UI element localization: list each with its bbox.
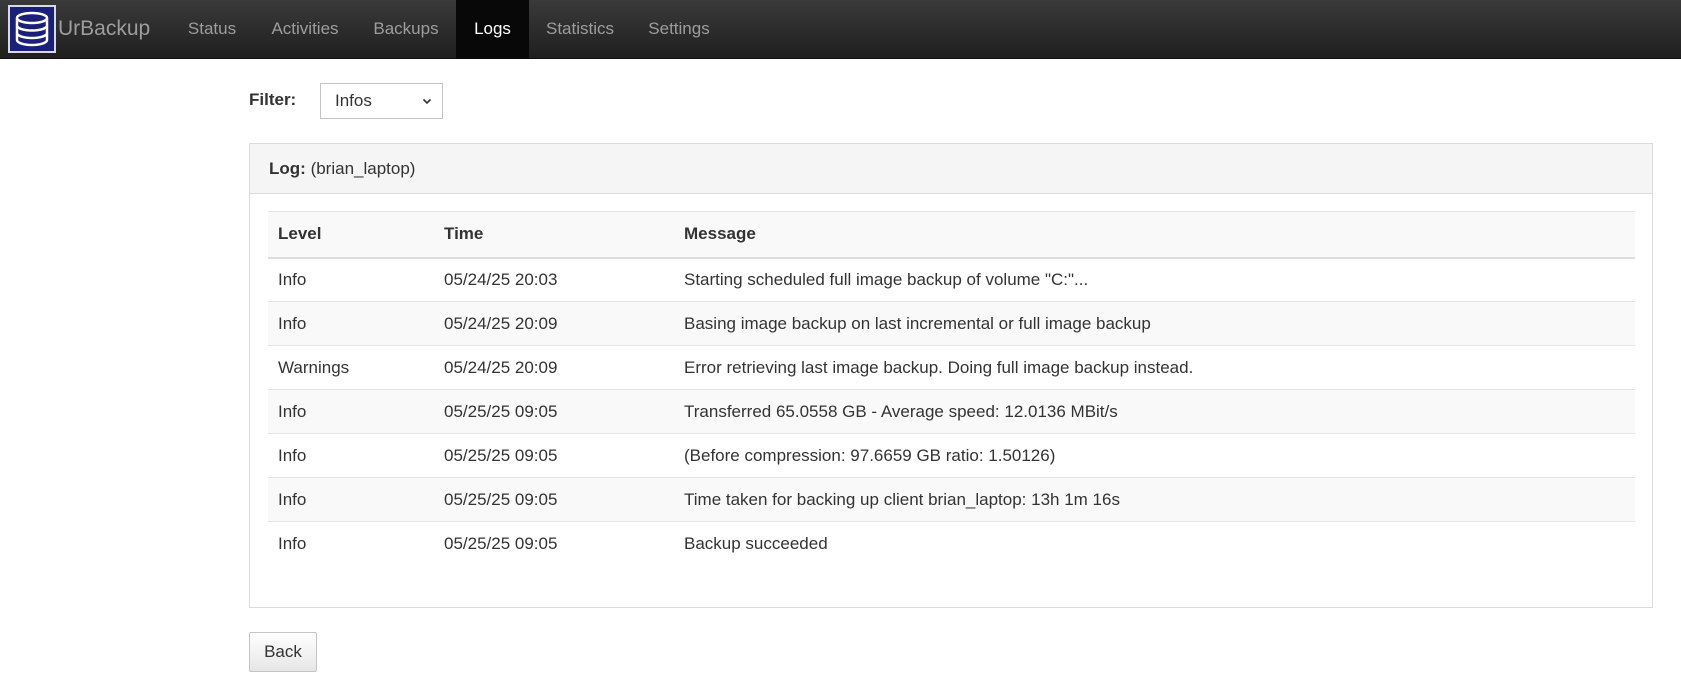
row-level: Warnings <box>278 357 350 377</box>
header-level[interactable]: Level <box>268 211 434 259</box>
log-table: Level Time Message Info 05/24/25 20:03 S… <box>268 211 1635 566</box>
row-time: 05/25/25 09:05 <box>444 533 558 553</box>
row-level: Info <box>278 313 307 333</box>
filter-select[interactable]: Infos <box>320 83 443 119</box>
row-level: Info <box>278 269 307 289</box>
table-row: Info 05/25/25 09:05 Transferred 65.0558 … <box>268 389 1635 434</box>
nav-activities[interactable]: Activities <box>254 0 356 59</box>
row-time: 05/24/25 20:03 <box>444 269 558 289</box>
row-level: Info <box>278 489 307 509</box>
table-header-row: Level Time Message <box>268 211 1635 259</box>
row-message: Backup succeeded <box>684 533 828 553</box>
table-row: Info 05/24/25 20:09 Basing image backup … <box>268 301 1635 346</box>
row-message: (Before compression: 97.6659 GB ratio: 1… <box>684 445 1056 465</box>
filter-selected-value: Infos <box>335 91 372 110</box>
row-level: Info <box>278 533 307 553</box>
log-heading-client: (brian_laptop) <box>310 159 416 178</box>
row-message: Starting scheduled full image backup of … <box>684 269 1089 289</box>
panel-heading: Log: (brian_laptop) <box>250 144 1652 194</box>
row-time: 05/25/25 09:05 <box>444 489 558 509</box>
header-time[interactable]: Time <box>434 211 674 259</box>
table-row: Info 05/25/25 09:05 Backup succeeded <box>268 522 1635 566</box>
nav-backups[interactable]: Backups <box>356 0 456 59</box>
row-time: 05/25/25 09:05 <box>444 445 558 465</box>
row-message: Time taken for backing up client brian_l… <box>684 489 1120 509</box>
chevron-down-icon <box>422 98 432 105</box>
brand[interactable]: UrBackup <box>8 5 150 53</box>
top-navbar: UrBackup Status Activities Backups Logs … <box>0 0 1681 59</box>
row-message: Error retrieving last image backup. Doin… <box>684 357 1194 377</box>
row-level: Info <box>278 445 307 465</box>
nav-statistics[interactable]: Statistics <box>529 0 631 59</box>
header-message[interactable]: Message <box>674 211 1635 259</box>
row-time: 05/24/25 20:09 <box>444 357 558 377</box>
table-row: Info 05/25/25 09:05 Time taken for backi… <box>268 477 1635 522</box>
log-heading-label: Log: <box>269 159 306 178</box>
back-button[interactable]: Back <box>249 632 317 672</box>
brand-text: UrBackup <box>58 17 151 40</box>
row-message: Transferred 65.0558 GB - Average speed: … <box>684 401 1118 421</box>
nav-settings[interactable]: Settings <box>631 0 727 59</box>
table-row: Info 05/24/25 20:03 Starting scheduled f… <box>268 258 1635 302</box>
row-level: Info <box>278 401 307 421</box>
table-row: Info 05/25/25 09:05 (Before compression:… <box>268 434 1635 478</box>
filter-label: Filter: <box>249 90 297 109</box>
nav-status[interactable]: Status <box>170 0 254 59</box>
nav-logs[interactable]: Logs <box>456 0 529 59</box>
row-time: 05/25/25 09:05 <box>444 401 558 421</box>
log-panel: Log: (brian_laptop) Level Time Message I… <box>249 143 1653 608</box>
row-time: 05/24/25 20:09 <box>444 313 558 333</box>
row-message: Basing image backup on last incremental … <box>684 313 1151 333</box>
database-icon <box>8 5 56 53</box>
table-row: Warnings 05/24/25 20:09 Error retrieving… <box>268 346 1635 390</box>
